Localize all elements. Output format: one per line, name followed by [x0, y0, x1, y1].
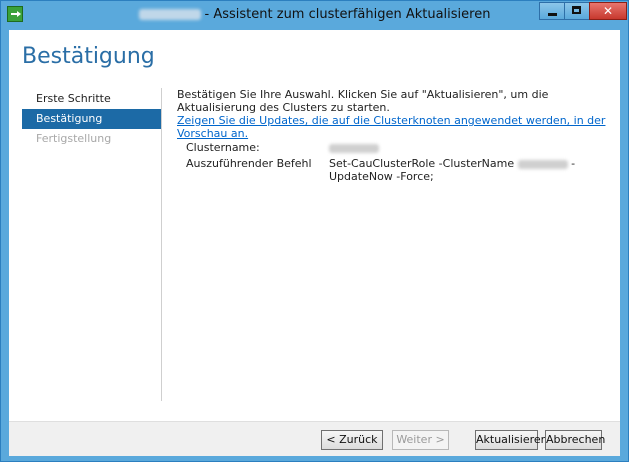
details-table: Clustername: Auszuführender Befehl Set-C… — [177, 141, 607, 183]
wizard-client-area: Bestätigung Erste Schritte Bestätigung F… — [9, 30, 620, 456]
next-button[interactable]: Weiter > — [392, 430, 449, 450]
wizard-window: - Assistent zum clusterfähigen Aktualisi… — [0, 0, 629, 462]
detail-row-cluster: Clustername: — [177, 141, 607, 157]
maximize-button[interactable] — [564, 2, 590, 20]
command-value: Set-CauClusterRole -ClusterName -UpdateN… — [329, 157, 599, 183]
confirmation-content: Bestätigen Sie Ihre Auswahl. Klicken Sie… — [177, 88, 607, 183]
blurred-command-cluster — [517, 159, 568, 169]
blurred-cluster-value — [329, 143, 379, 153]
command-part1: Set-CauClusterRole -ClusterName — [329, 157, 515, 170]
preview-updates-link[interactable]: Zeigen Sie die Updates, die auf die Clus… — [177, 114, 607, 140]
nav-item-fertigstellung: Fertigstellung — [36, 132, 112, 145]
nav-item-bestaetigung[interactable]: Bestätigung — [22, 109, 162, 129]
command-label: Auszuführender Befehl — [186, 157, 312, 170]
wizard-nav: Erste Schritte Bestätigung Fertigstellun… — [22, 89, 162, 149]
nav-item-erste-schritte[interactable]: Erste Schritte — [22, 89, 162, 109]
window-title: - Assistent zum clusterfähigen Aktualisi… — [1, 7, 628, 22]
window-title-text: - Assistent zum clusterfähigen Aktualisi… — [204, 7, 491, 22]
cancel-button[interactable]: Abbrechen — [545, 430, 605, 450]
button-bar: < Zurück Weiter > Aktualisieren Abbreche… — [9, 421, 620, 456]
blurred-cluster-name — [138, 9, 201, 20]
detail-row-command: Auszuführender Befehl Set-CauClusterRole… — [177, 157, 607, 183]
cluster-name-label: Clustername: — [186, 141, 260, 154]
title-bar[interactable]: - Assistent zum clusterfähigen Aktualisi… — [1, 1, 628, 29]
nav-divider — [161, 88, 162, 401]
close-button[interactable] — [589, 2, 627, 20]
minimize-button[interactable] — [539, 2, 565, 20]
cluster-name-value — [329, 141, 599, 154]
back-button[interactable]: < Zurück — [321, 430, 383, 450]
intro-text: Bestätigen Sie Ihre Auswahl. Klicken Sie… — [177, 88, 549, 114]
update-button[interactable]: Aktualisieren — [475, 430, 548, 450]
page-title: Bestätigung — [22, 44, 155, 69]
